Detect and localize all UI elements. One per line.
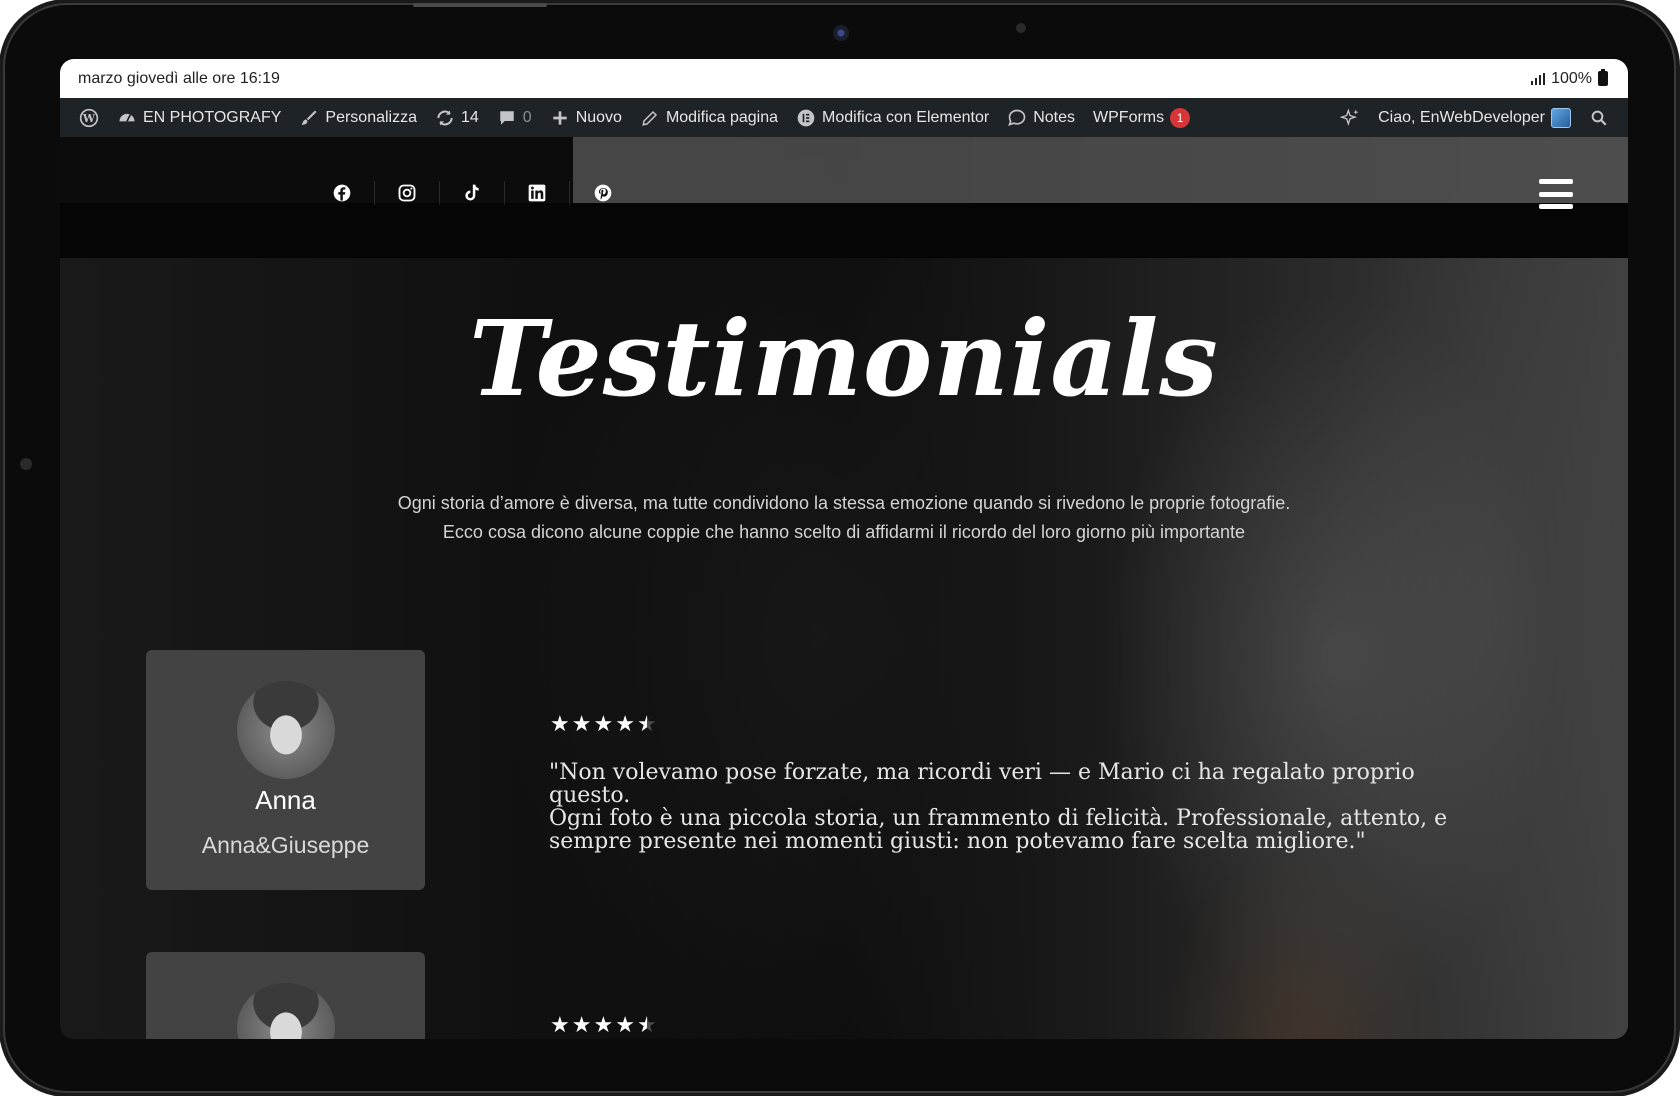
battery-icon (1598, 69, 1608, 86)
light-sensor (1016, 23, 1026, 33)
star-full-icon: ★ (593, 1012, 614, 1037)
edit-elementor-link[interactable]: Modifica con Elementor (787, 98, 998, 137)
tablet-frame: marzo giovedì alle ore 16:19 100% W EN P… (3, 3, 1676, 1093)
battery-level: 100% (1551, 69, 1592, 87)
star-full-icon: ★ (550, 711, 570, 736)
chat-bubble-icon (1007, 108, 1027, 128)
comments-link[interactable]: 0 (488, 98, 541, 137)
wordpress-logo-button[interactable]: W (70, 98, 108, 137)
wpforms-link[interactable]: WPForms 1 (1084, 98, 1199, 137)
star-rating: ★ ★ ★ ★ ★ (550, 711, 657, 737)
intro-line: Ogni storia d’amore è diversa, ma tutte … (397, 493, 1291, 513)
site-name-label: EN PHOTOGRAFY (143, 108, 282, 126)
author-photo (236, 983, 335, 1039)
system-status-bar: marzo giovedì alle ore 16:19 100% (60, 59, 1628, 98)
plus-icon (550, 108, 570, 128)
customize-link[interactable]: Personalizza (290, 98, 426, 137)
star-half-icon: ★ (636, 1012, 657, 1037)
refresh-icon (435, 108, 455, 128)
star-full-icon: ★ (571, 1012, 592, 1037)
star-full-icon: ★ (550, 1012, 570, 1037)
wpforms-notification-badge: 1 (1170, 107, 1191, 128)
notes-label: Notes (1033, 108, 1076, 126)
new-content-link[interactable]: Nuovo (541, 98, 631, 137)
status-indicators: 100% (1531, 69, 1608, 88)
edit-elementor-label: Modifica con Elementor (822, 108, 990, 126)
intro-line: Ecco cosa dicono alcune coppie che hanno… (442, 522, 1246, 542)
site-name-link[interactable]: EN PHOTOGRAFY (108, 98, 290, 137)
author-name: Anna (255, 785, 316, 815)
user-account-menu[interactable]: Ciao, EnWebDeveloper (1369, 98, 1580, 137)
edit-page-link[interactable]: Modifica pagina (631, 98, 787, 137)
star-full-icon: ★ (615, 711, 635, 736)
author-photo (236, 681, 335, 779)
notes-link[interactable]: Notes (998, 98, 1084, 137)
new-label: Nuovo (575, 108, 622, 126)
signal-icon (1531, 72, 1546, 85)
updates-count: 14 (461, 108, 479, 126)
dashboard-icon (117, 108, 137, 128)
quote-line: Ogni foto è una piccola storia, un framm… (549, 806, 1448, 831)
testimonial-author-card: Anna Anna&Giuseppe (146, 650, 425, 890)
search-icon (1589, 108, 1609, 128)
website-viewport: Testimonials Ogni storia d’amore è diver… (60, 137, 1628, 1039)
star-full-icon: ★ (571, 711, 592, 736)
volume-button (413, 3, 547, 7)
edit-page-label: Modifica pagina (665, 108, 779, 126)
elementor-icon (796, 108, 816, 128)
page-title: Testimonials (469, 297, 1219, 420)
quote-line: "Non volevamo pose forzate, ma ricordi v… (549, 760, 1415, 808)
testimonials-section: Testimonials Ogni storia d’amore è diver… (60, 137, 1628, 1039)
testimonial-quote: "Non volevamo pose forzate, ma ricordi v… (549, 761, 1479, 853)
author-couple: Anna&Giuseppe (201, 832, 370, 858)
updates-link[interactable]: 14 (426, 98, 488, 137)
pencil-icon (640, 108, 660, 128)
comments-count: 0 (522, 108, 532, 126)
comment-icon (497, 108, 517, 128)
admin-search-button[interactable] (1580, 98, 1618, 137)
svg-text:W: W (82, 111, 96, 124)
star-rating: ★ ★ ★ ★ ★ (550, 1012, 657, 1038)
star-full-icon: ★ (593, 711, 614, 736)
sparkle-icon (1340, 107, 1360, 128)
greeting-label: Ciao, EnWebDeveloper (1378, 108, 1545, 126)
screen: marzo giovedì alle ore 16:19 100% W EN P… (60, 59, 1628, 1039)
wp-admin-bar: W EN PHOTOGRAFY Personalizza 14 0 Nuovo … (60, 98, 1628, 137)
status-datetime: marzo giovedì alle ore 16:19 (78, 69, 280, 87)
user-avatar (1551, 107, 1571, 128)
quote-line: sempre presente nei momenti giusti: non … (549, 829, 1366, 854)
wpforms-label: WPForms (1093, 108, 1165, 126)
ai-assistant-button[interactable] (1331, 98, 1369, 137)
testimonial-author-card (146, 952, 425, 1039)
brush-icon (299, 108, 319, 128)
star-half-icon: ★ (636, 711, 657, 736)
wordpress-icon: W (79, 108, 99, 128)
front-camera (833, 25, 849, 41)
section-intro: Ogni storia d’amore è diversa, ma tutte … (60, 489, 1628, 547)
side-sensor (20, 458, 32, 470)
star-full-icon: ★ (615, 1012, 635, 1037)
customize-label: Personalizza (325, 108, 417, 126)
